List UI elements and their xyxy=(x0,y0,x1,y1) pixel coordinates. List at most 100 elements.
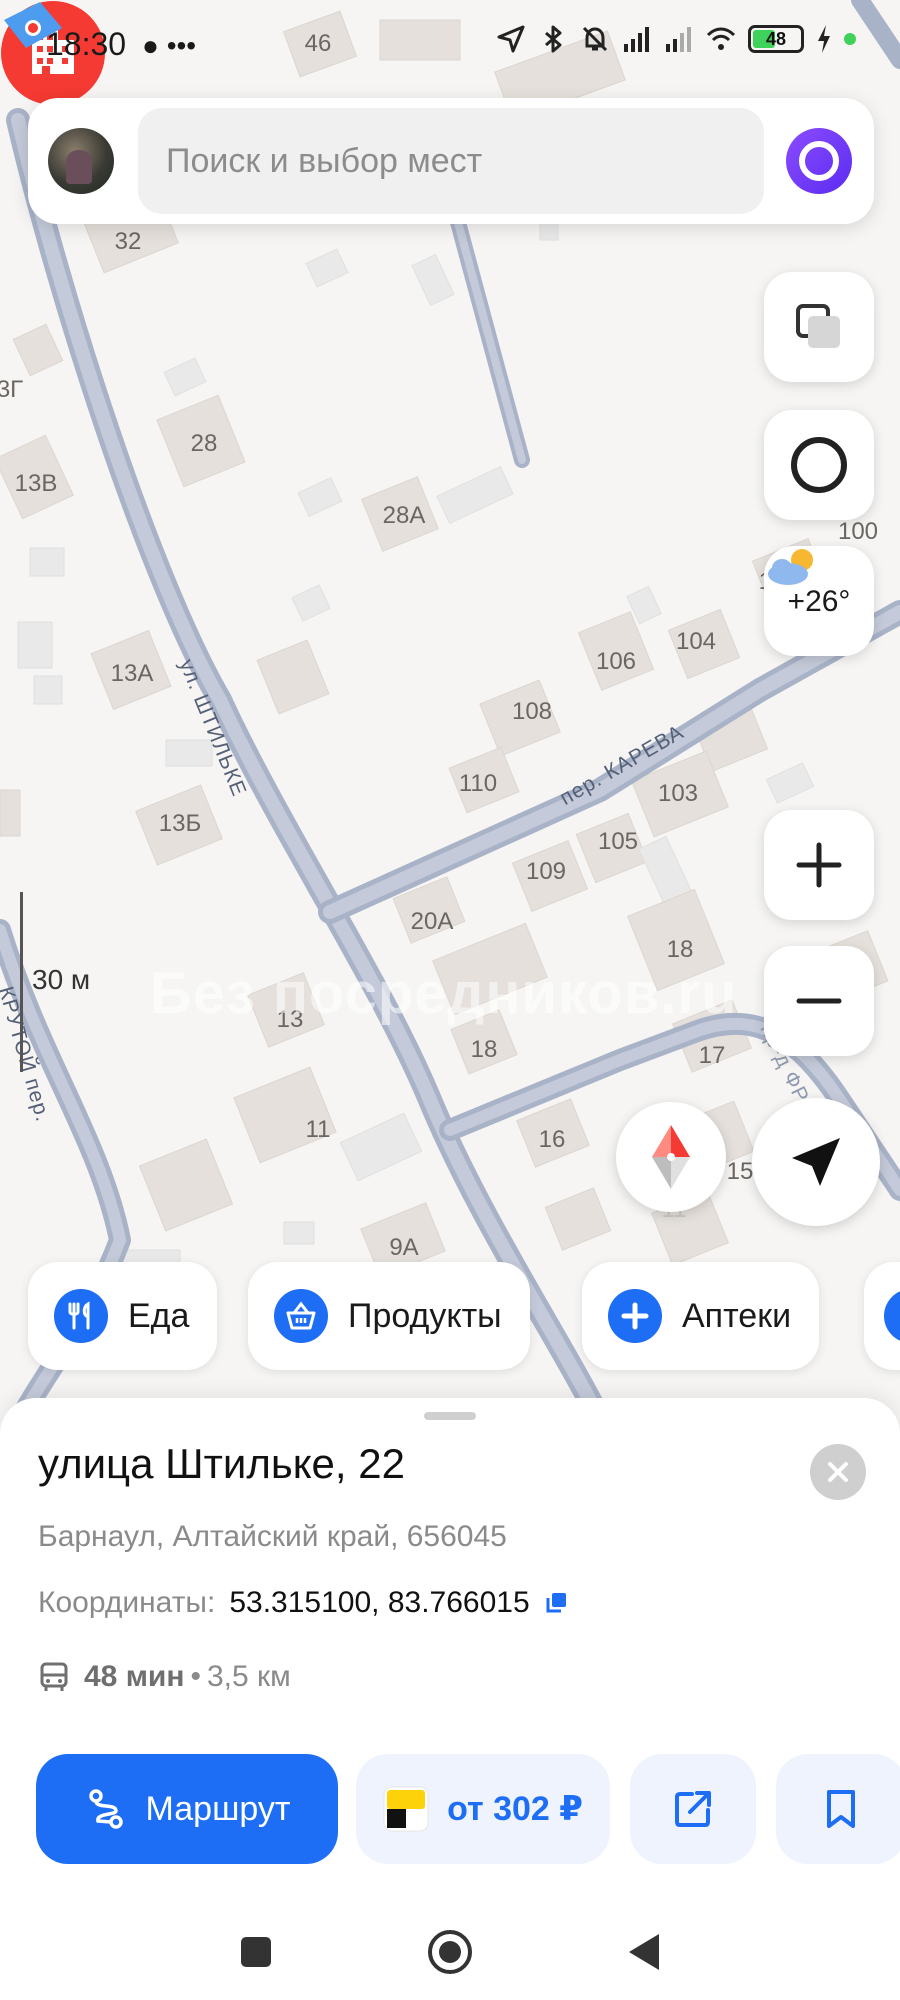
house-number: 28А xyxy=(382,502,426,529)
share-icon xyxy=(675,1791,711,1827)
search-card xyxy=(28,98,874,224)
layers-button[interactable] xyxy=(764,272,874,382)
taxi-price: от 302 ₽ xyxy=(447,1790,583,1828)
house-number: 20А xyxy=(410,908,454,935)
zoom-in-button[interactable] xyxy=(764,810,874,920)
notification-icons: ● ••• xyxy=(142,30,197,61)
plus-icon xyxy=(796,842,842,888)
plus-cross-icon xyxy=(608,1289,662,1343)
weather-temperature: +26° xyxy=(787,585,851,618)
bus-icon xyxy=(40,1662,68,1691)
back-triangle-icon xyxy=(629,1934,659,1970)
house-number: 105 xyxy=(597,828,639,855)
category-icon xyxy=(884,1289,900,1343)
category-chip-groceries[interactable]: Продукты xyxy=(248,1262,530,1370)
sheet-handle[interactable] xyxy=(424,1412,476,1420)
house-number: 3Г xyxy=(0,376,24,403)
house-number: 100 xyxy=(837,518,879,545)
layers-icon xyxy=(796,304,840,348)
battery-icon: 48 xyxy=(748,25,804,53)
taxi-logo-icon xyxy=(383,1786,429,1832)
chip-label: Продукты xyxy=(348,1296,502,1335)
copy-icon[interactable] xyxy=(544,1591,568,1615)
category-chip-pharmacy[interactable]: Аптеки xyxy=(582,1262,820,1370)
house-number: 17 xyxy=(698,1042,726,1069)
status-time: 18:30 xyxy=(46,26,127,62)
recents-button[interactable] xyxy=(236,1932,276,1972)
transit-info: 48 мин • 3,5 км xyxy=(38,1660,291,1694)
bookmark-icon xyxy=(827,1790,855,1828)
house-number: 103 xyxy=(657,780,699,807)
wifi-icon xyxy=(706,27,736,50)
category-chip-more[interactable] xyxy=(864,1262,900,1370)
signal-icon xyxy=(666,27,691,52)
map-watermark: Без посредников.ru xyxy=(150,961,738,1026)
system-nav-bar xyxy=(0,1900,900,2000)
status-bar: 18:30 ● ••• 48 xyxy=(0,0,900,86)
route-button[interactable]: Маршрут xyxy=(36,1754,338,1864)
house-number: 104 xyxy=(675,628,717,655)
compass-icon xyxy=(652,1125,690,1189)
share-button[interactable] xyxy=(630,1754,756,1864)
house-number: 106 xyxy=(595,648,637,675)
house-number: 9А xyxy=(389,1234,419,1261)
transit-separator: • xyxy=(190,1660,201,1693)
transit-time: 48 мин xyxy=(84,1660,185,1693)
close-icon xyxy=(828,1462,848,1482)
avatar[interactable] xyxy=(48,128,114,194)
place-title: улица Штильке, 22 xyxy=(38,1440,405,1487)
taxi-button[interactable]: от 302 ₽ xyxy=(356,1754,610,1864)
coordinates-row: Координаты: 53.315100, 83.766015 xyxy=(38,1586,568,1620)
chip-label: Еда xyxy=(128,1296,190,1335)
fork-knife-icon xyxy=(54,1289,108,1343)
house-number: 13Б xyxy=(158,810,202,837)
coordinates-value[interactable]: 53.315100, 83.766015 xyxy=(229,1586,529,1620)
house-number: 13А xyxy=(110,660,154,687)
chip-label: Аптеки xyxy=(682,1296,792,1335)
signal-icon xyxy=(624,27,649,52)
scale-label: 30 м xyxy=(32,964,91,995)
charging-icon xyxy=(818,25,830,53)
compass-button[interactable] xyxy=(616,1102,726,1212)
battery-level: 48 xyxy=(765,28,787,49)
coordinates-label: Координаты: xyxy=(38,1586,216,1619)
circle-icon xyxy=(428,1930,472,1974)
route-icon xyxy=(88,1789,123,1829)
house-number: 18 xyxy=(470,1036,498,1063)
charging-dot xyxy=(844,33,856,45)
scale-bar xyxy=(20,892,23,1072)
alice-button[interactable] xyxy=(786,128,852,194)
category-chips: Еда Продукты Аптеки xyxy=(28,1262,900,1372)
my-location-button[interactable] xyxy=(752,1098,880,1226)
search-input[interactable] xyxy=(138,108,764,214)
house-number: 109 xyxy=(525,858,567,885)
place-card: улица Штильке, 22 Барнаул, Алтайский кра… xyxy=(0,1398,900,2000)
house-number: 32 xyxy=(114,228,142,255)
mute-bell-icon xyxy=(582,26,608,52)
transit-distance: 3,5 км xyxy=(206,1660,291,1693)
house-number: 11 xyxy=(305,1116,331,1143)
status-icons: 48 xyxy=(496,24,856,54)
partly-cloudy-icon xyxy=(768,549,813,585)
alice-map-button[interactable] xyxy=(764,410,874,520)
close-button[interactable] xyxy=(810,1444,866,1500)
navigation-arrow-icon xyxy=(792,1138,840,1186)
back-button[interactable] xyxy=(624,1930,664,1974)
place-address: Барнаул, Алтайский край, 656045 xyxy=(38,1520,507,1553)
house-number: 108 xyxy=(511,698,553,725)
house-number: 28 xyxy=(190,430,218,457)
square-icon xyxy=(241,1937,271,1967)
home-button[interactable] xyxy=(426,1928,474,1976)
house-number: 110 xyxy=(458,770,498,797)
category-chip-food[interactable]: Еда xyxy=(28,1262,218,1370)
minus-icon xyxy=(796,998,842,1004)
location-arrow-icon xyxy=(497,25,525,53)
weather-widget[interactable]: +26° xyxy=(764,546,874,656)
basket-icon xyxy=(274,1289,328,1343)
place-actions: Маршрут от 302 ₽ xyxy=(36,1754,900,1866)
house-number: 16 xyxy=(538,1126,566,1153)
route-label: Маршрут xyxy=(145,1789,291,1828)
bookmark-button[interactable] xyxy=(776,1754,900,1864)
zoom-out-button[interactable] xyxy=(764,946,874,1056)
house-number: 15 xyxy=(726,1158,754,1185)
